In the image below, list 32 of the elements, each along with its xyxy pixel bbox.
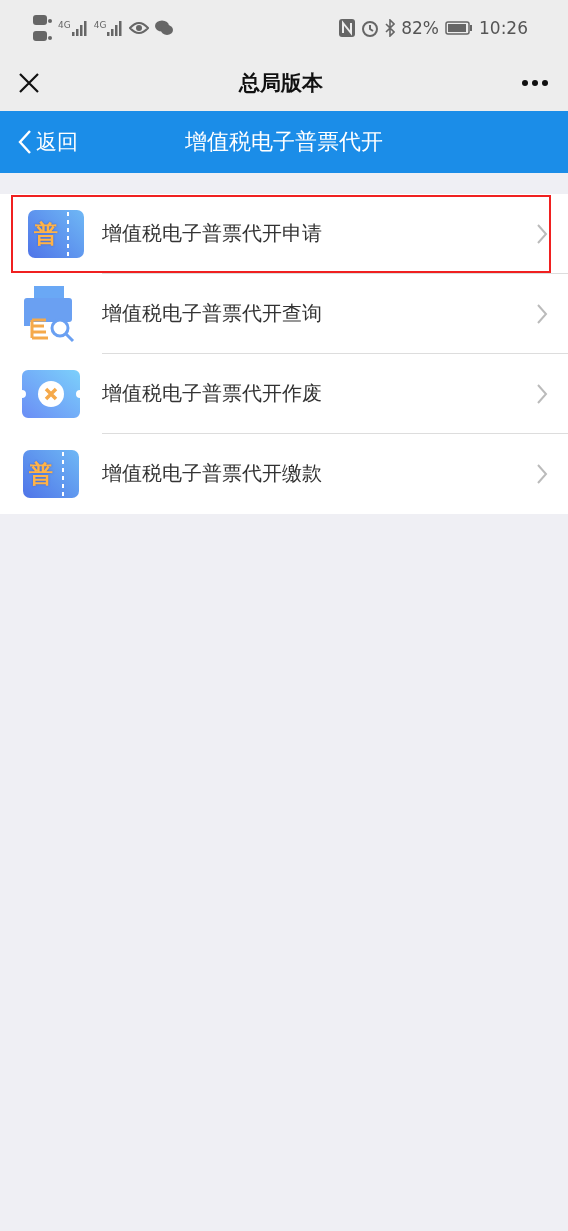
close-icon[interactable] bbox=[18, 72, 40, 94]
network-type: 4G bbox=[58, 19, 71, 30]
signal-icon bbox=[107, 19, 124, 36]
network-type: 4G bbox=[93, 19, 107, 30]
chevron-icon bbox=[536, 382, 548, 405]
menu-item[interactable]: 普 增值税电子普票代开申请 bbox=[10, 194, 552, 274]
cancel-ticket-icon bbox=[22, 369, 80, 418]
ticket-icon: 普 bbox=[23, 449, 79, 498]
menu-label: 增值税电子普票代开作废 bbox=[102, 380, 323, 407]
chat-icon bbox=[155, 19, 174, 36]
eye-icon bbox=[129, 20, 150, 35]
menu-item[interactable]: 普 增值税电子普票代开缴款 bbox=[0, 434, 568, 514]
menu-label: 增值税电子普票代开缴款 bbox=[102, 460, 323, 487]
clock-time: 10:26 bbox=[479, 17, 528, 38]
chevron-icon bbox=[536, 222, 548, 245]
menu-label: 增值税电子普票代开查询 bbox=[102, 300, 323, 327]
signal-icon bbox=[71, 19, 88, 36]
page-title: 总局版本 bbox=[239, 70, 323, 97]
ticket-icon: 普 bbox=[28, 209, 84, 258]
back-chevron-icon bbox=[18, 129, 32, 155]
menu-item[interactable]: 增值税电子普票代开查询 bbox=[0, 274, 568, 354]
header-title: 增值税电子普票代开 bbox=[185, 128, 383, 156]
battery-icon bbox=[445, 20, 473, 35]
battery-percent: 82% bbox=[401, 17, 439, 38]
menu-label: 增值税电子普票代开申请 bbox=[102, 220, 323, 247]
nfc-icon bbox=[339, 18, 356, 37]
menu-item[interactable]: 增值税电子普票代开作废 bbox=[0, 354, 568, 434]
more-icon[interactable] bbox=[522, 80, 548, 86]
chevron-icon bbox=[536, 302, 548, 325]
alarm-icon bbox=[361, 18, 380, 37]
chevron-icon bbox=[536, 462, 548, 485]
bluetooth-icon bbox=[385, 18, 396, 37]
